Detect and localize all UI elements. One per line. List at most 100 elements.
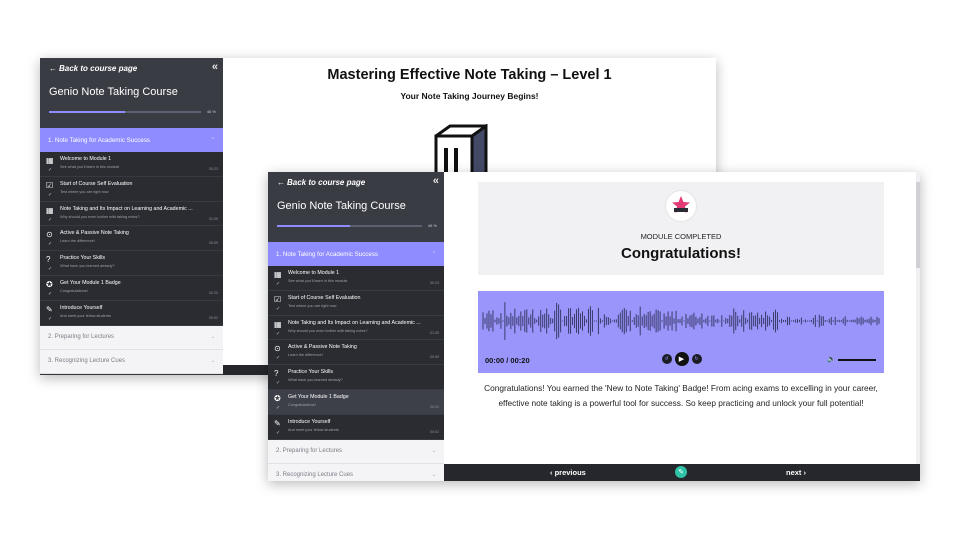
lesson-footer: ‹ previous ✎ next › [444,464,920,481]
chevron-down-icon: ⌄ [431,448,436,455]
check-icon: ✓ [276,330,281,337]
lesson-item[interactable]: ▦ ✓ Note Taking and Its Impact on Learning… [40,201,223,227]
check-icon: ✓ [276,355,281,362]
check-icon: ✓ [48,167,53,173]
edit-pencil-icon[interactable]: ✎ [675,466,687,478]
back-to-course-link[interactable]: ← Back to course page [277,178,436,187]
badge-icon: ✪ [274,393,281,403]
lesson-subtitle: See what you'll learn in this module [60,165,120,169]
lesson-item[interactable]: ✎ ✓ Introduce Yourself And meet your fellow… [268,414,444,440]
chevron-down-icon: ⌄ [210,334,215,341]
chevron-up-icon: ⌃ [210,137,215,143]
video-icon: ▦ [274,319,282,329]
module-completed-card: MODULE COMPLETED Congratulations! [478,182,884,275]
lesson-subtitle: Why should you even bother with taking n… [60,214,140,219]
lesson-item[interactable]: ☑ ✓ Start of Course Self Evaluation Test wh… [268,290,444,316]
lesson-item[interactable]: ? ✓ Practice Your Skills What have you lear… [40,251,223,276]
content-scrollbar[interactable] [916,172,920,464]
lesson-duration: 00:59 [430,355,439,360]
lesson-title: Active & Passive Note Taking [60,230,129,237]
lesson-item[interactable]: ▦ ✓ Note Taking and Its Impact on Learning… [268,315,444,341]
course-progress-fill [49,111,125,113]
audio-player: 00:00 / 00:20 ↺ ▶ ↻ 🔈 [478,291,884,373]
volume-slider[interactable] [838,359,876,361]
section-1-title: 1. Note Taking for Academic Success [48,136,151,144]
course-subheading: Your Note Taking Journey Begins! [400,91,539,101]
course-sidebar: ← Back to course page « Genio Note Takin… [268,172,444,481]
lesson-item[interactable]: ✪ ✓ Get Your Module 1 Badge Congratulations… [40,275,223,301]
lesson-subtitle: What have you learned already? [288,378,343,383]
lesson-duration: 01:25 [209,216,218,221]
sidebar-header: ← Back to course page « Genio Note Takin… [40,58,223,128]
badge-icon: ✪ [46,279,53,289]
check-icon: ✓ [48,216,53,223]
section-2-header[interactable]: 2. Preparing for Lectures ⌄ [40,325,223,350]
lesson-item[interactable]: ▦ ✓ Welcome to Module 1 See what you'll lea… [268,266,444,291]
section-3-header[interactable]: 3. Recognizing Lecture Cues ⌄ [268,463,444,481]
course-title: Genio Note Taking Course [277,200,406,212]
check-icon: ✓ [48,290,53,297]
course-sidebar: ← Back to course page « Genio Note Takin… [40,58,223,375]
forward-icon[interactable]: ↻ [691,354,702,364]
check-icon: ✓ [48,241,53,248]
checkbox-icon: ☑ [46,180,54,190]
congratulations-heading: Congratulations! [621,245,741,262]
chevron-up-icon: ⌃ [431,251,436,257]
lesson-subtitle: Learn the difference! [60,239,95,244]
lesson-title: Start of Course Self Evaluation [60,180,133,187]
previous-button[interactable]: ‹ previous [550,468,586,477]
lesson-title: Get Your Module 1 Badge [288,393,349,400]
lesson-subtitle: Test where you are right now [60,189,109,194]
lesson-duration: 00:20 [209,290,218,295]
star-badge-icon [672,196,690,213]
scrollbar-thumb[interactable] [916,182,920,268]
lesson-title: Introduce Yourself [60,304,103,311]
play-icon[interactable]: ▶ [674,352,689,366]
lesson-item[interactable]: ? ✓ Practice Your Skills What have you lear… [268,365,444,390]
lesson-title: Note Taking and Its Impact on Learning a… [60,205,193,212]
check-icon: ✓ [276,380,281,387]
lesson-duration: 01:25 [430,330,439,335]
volume-icon[interactable]: 🔈 [827,355,836,363]
lesson-duration: 00:23 [430,281,439,285]
video-icon: ▦ [46,156,54,165]
lesson-duration: 00:23 [209,167,218,171]
lesson-duration: 00:20 [430,404,439,409]
lesson-item[interactable]: ☑ ✓ Start of Course Self Evaluation Test wh… [40,176,223,202]
lesson-title: Welcome to Module 1 [288,270,340,276]
section-3-header[interactable]: 3. Recognizing Lecture Cues ⌄ [40,349,223,374]
lesson-title: Get Your Module 1 Badge [60,279,121,286]
front-window: ← Back to course page « Genio Note Takin… [268,172,920,481]
section-3-title: 3. Recognizing Lecture Cues [276,472,354,479]
section-1-header[interactable]: 1. Note Taking for Academic Success ⌃ [268,242,444,266]
lesson-duration: 00:02 [430,429,439,434]
lesson-item[interactable]: ⊙ ✓ Active & Passive Note Taking Learn the … [40,226,223,252]
section-1-header[interactable]: 1. Note Taking for Academic Success ⌃ [40,128,223,152]
lesson-content-area: MODULE COMPLETED Congratulations! 00:00 … [444,172,920,481]
audio-waveform[interactable] [482,295,880,347]
next-button[interactable]: next › [786,468,806,477]
section-2-title: 2. Preparing for Lectures [48,334,115,341]
collapse-sidebar-icon[interactable]: « [212,61,218,73]
rewind-icon[interactable]: ↺ [661,354,672,364]
congratulations-message: Congratulations! You earned the 'New to … [484,383,878,408]
section-2-header[interactable]: 2. Preparing for Lectures ⌄ [268,439,444,464]
lesson-title: Welcome to Module 1 [60,156,112,162]
lesson-subtitle: Congratulations! [60,288,88,293]
check-icon: ✓ [276,305,281,312]
course-progress-label: 46 % [206,109,216,114]
arrow-left-icon: ← [49,64,57,73]
lesson-item[interactable]: ⊙ ✓ Active & Passive Note Taking Learn the … [268,340,444,366]
back-to-course-link[interactable]: ← Back to course page [49,64,215,73]
lesson-item[interactable]: ✪ ✓ Get Your Module 1 Badge Congratulations… [268,389,444,415]
course-heading: Mastering Effective Note Taking – Level … [327,67,612,83]
lesson-item[interactable]: ✎ ✓ Introduce Yourself And meet your fellow… [40,300,223,326]
collapse-sidebar-icon[interactable]: « [433,175,439,187]
edit-icon: ✎ [46,304,53,314]
course-title: Genio Note Taking Course [49,86,178,98]
lesson-subtitle: See what you'll learn in this module [288,279,348,283]
lesson-subtitle: Congratulations! [288,402,316,407]
lesson-duration: 00:02 [209,315,218,320]
lesson-item[interactable]: ▦ ✓ Welcome to Module 1 See what you'll lea… [40,152,223,177]
lesson-subtitle: Learn the difference! [288,353,323,358]
